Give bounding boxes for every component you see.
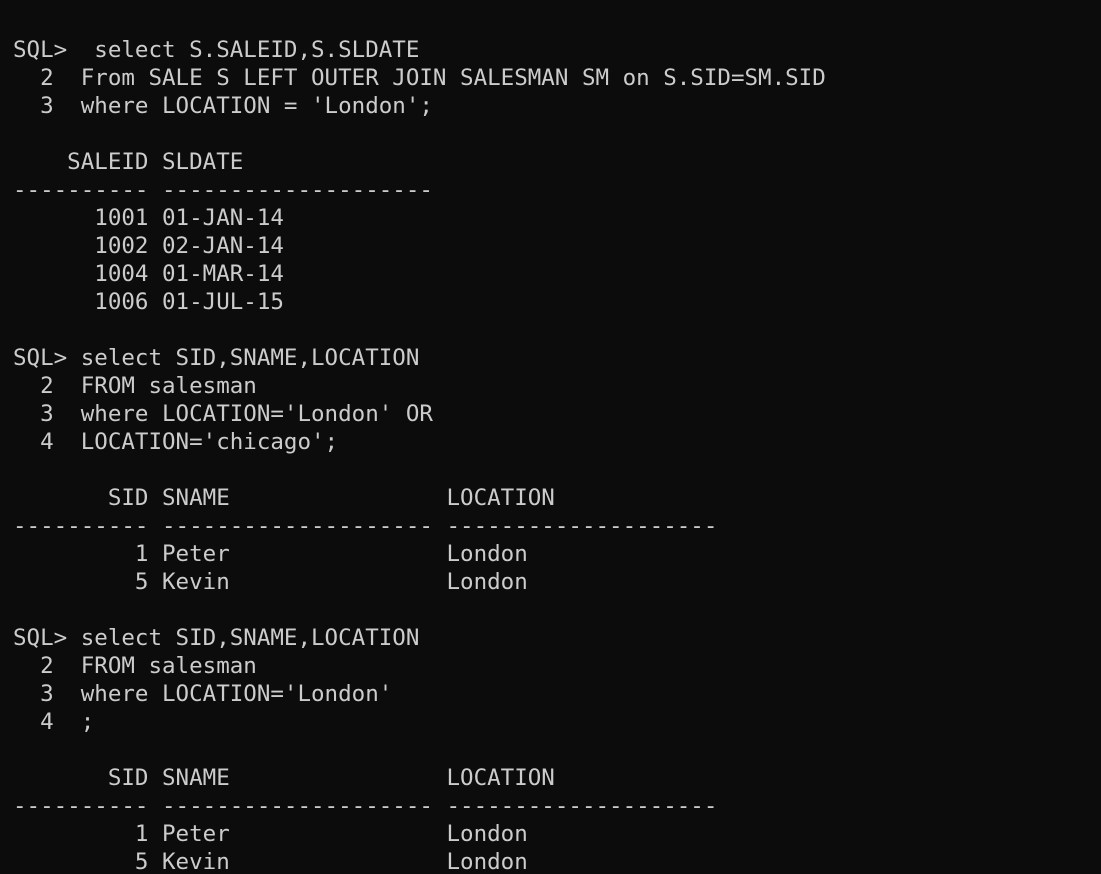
- result-row: 5 Kevin London: [13, 569, 528, 595]
- result-row: 1001 01-JAN-14: [13, 205, 284, 231]
- sql-continuation-line: 4 ;: [13, 709, 95, 735]
- sql-continuation-line: 3 where LOCATION = 'London';: [13, 93, 433, 119]
- prompt-line: SQL> select SID,SNAME,LOCATION: [13, 625, 420, 651]
- sql-continuation-line: 3 where LOCATION='London': [13, 681, 393, 707]
- prompt-line: SQL> select S.SALEID,S.SLDATE: [13, 37, 420, 63]
- result-header: SID SNAME LOCATION: [13, 485, 555, 511]
- terminal-output[interactable]: SQL> select S.SALEID,S.SLDATE 2 From SAL…: [0, 0, 1101, 874]
- result-separator: ---------- -------------------- --------…: [13, 513, 718, 539]
- sql-continuation-line: 4 LOCATION='chicago';: [13, 429, 339, 455]
- result-row: 1002 02-JAN-14: [13, 233, 284, 259]
- result-row: 1006 01-JUL-15: [13, 289, 284, 315]
- sql-continuation-line: 2 From SALE S LEFT OUTER JOIN SALESMAN S…: [13, 65, 826, 91]
- sql-continuation-line: 2 FROM salesman: [13, 373, 257, 399]
- sql-continuation-line: 3 where LOCATION='London' OR: [13, 401, 433, 427]
- sql-continuation-line: 2 FROM salesman: [13, 653, 257, 679]
- result-separator: ---------- --------------------: [13, 177, 433, 203]
- prompt-line: SQL> select SID,SNAME,LOCATION: [13, 345, 420, 371]
- result-header: SALEID SLDATE: [13, 149, 244, 175]
- result-row: 1004 01-MAR-14: [13, 261, 284, 287]
- result-row: 1 Peter London: [13, 821, 528, 847]
- result-row: 1 Peter London: [13, 541, 528, 567]
- result-separator: ---------- -------------------- --------…: [13, 793, 718, 819]
- result-header: SID SNAME LOCATION: [13, 765, 555, 791]
- result-row: 5 Kevin London: [13, 849, 528, 874]
